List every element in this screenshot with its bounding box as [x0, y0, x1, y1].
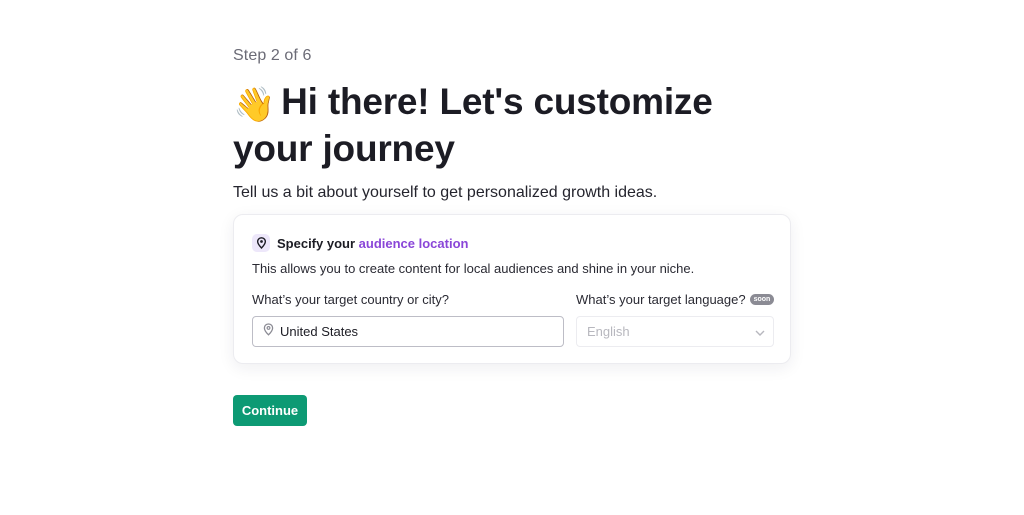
language-select[interactable]: English [576, 316, 774, 347]
card-header: Specify your audience location [252, 233, 468, 253]
main-content: Step 2 of 6 👋 Hi there! Let's customize y… [233, 44, 793, 426]
card-title-accent: audience location [358, 235, 469, 251]
language-label-text: What’s your target language? [576, 292, 746, 307]
soon-badge: soon [749, 294, 775, 305]
onboarding-page: Step 2 of 6 👋 Hi there! Let's customize y… [0, 0, 1024, 515]
page-title: 👋 Hi there! Let's customize your journey [233, 80, 793, 171]
card-title-prefix: Specify your [277, 235, 356, 251]
audience-location-card: Specify your audience location This allo… [233, 214, 791, 364]
location-pin-icon [252, 234, 270, 252]
page-subtitle: Tell us a bit about yourself to get pers… [233, 184, 658, 201]
card-title: Specify your audience location [277, 236, 468, 251]
waving-hand-icon: 👋 [233, 86, 276, 124]
language-select-value: English [587, 324, 630, 339]
language-label: What’s your target language? soon [576, 292, 775, 307]
location-pin-icon [263, 322, 274, 341]
continue-button[interactable]: Continue [233, 395, 307, 426]
chevron-down-icon [755, 323, 765, 341]
country-input-value: United States [280, 324, 359, 339]
page-title-text: Hi there! Let's customize your journey [233, 81, 713, 169]
step-indicator: Step 2 of 6 [233, 47, 312, 64]
country-input[interactable]: United States [252, 316, 564, 347]
country-label: What’s your target country or city? [252, 292, 450, 307]
card-description: This allows you to create content for lo… [252, 261, 695, 276]
